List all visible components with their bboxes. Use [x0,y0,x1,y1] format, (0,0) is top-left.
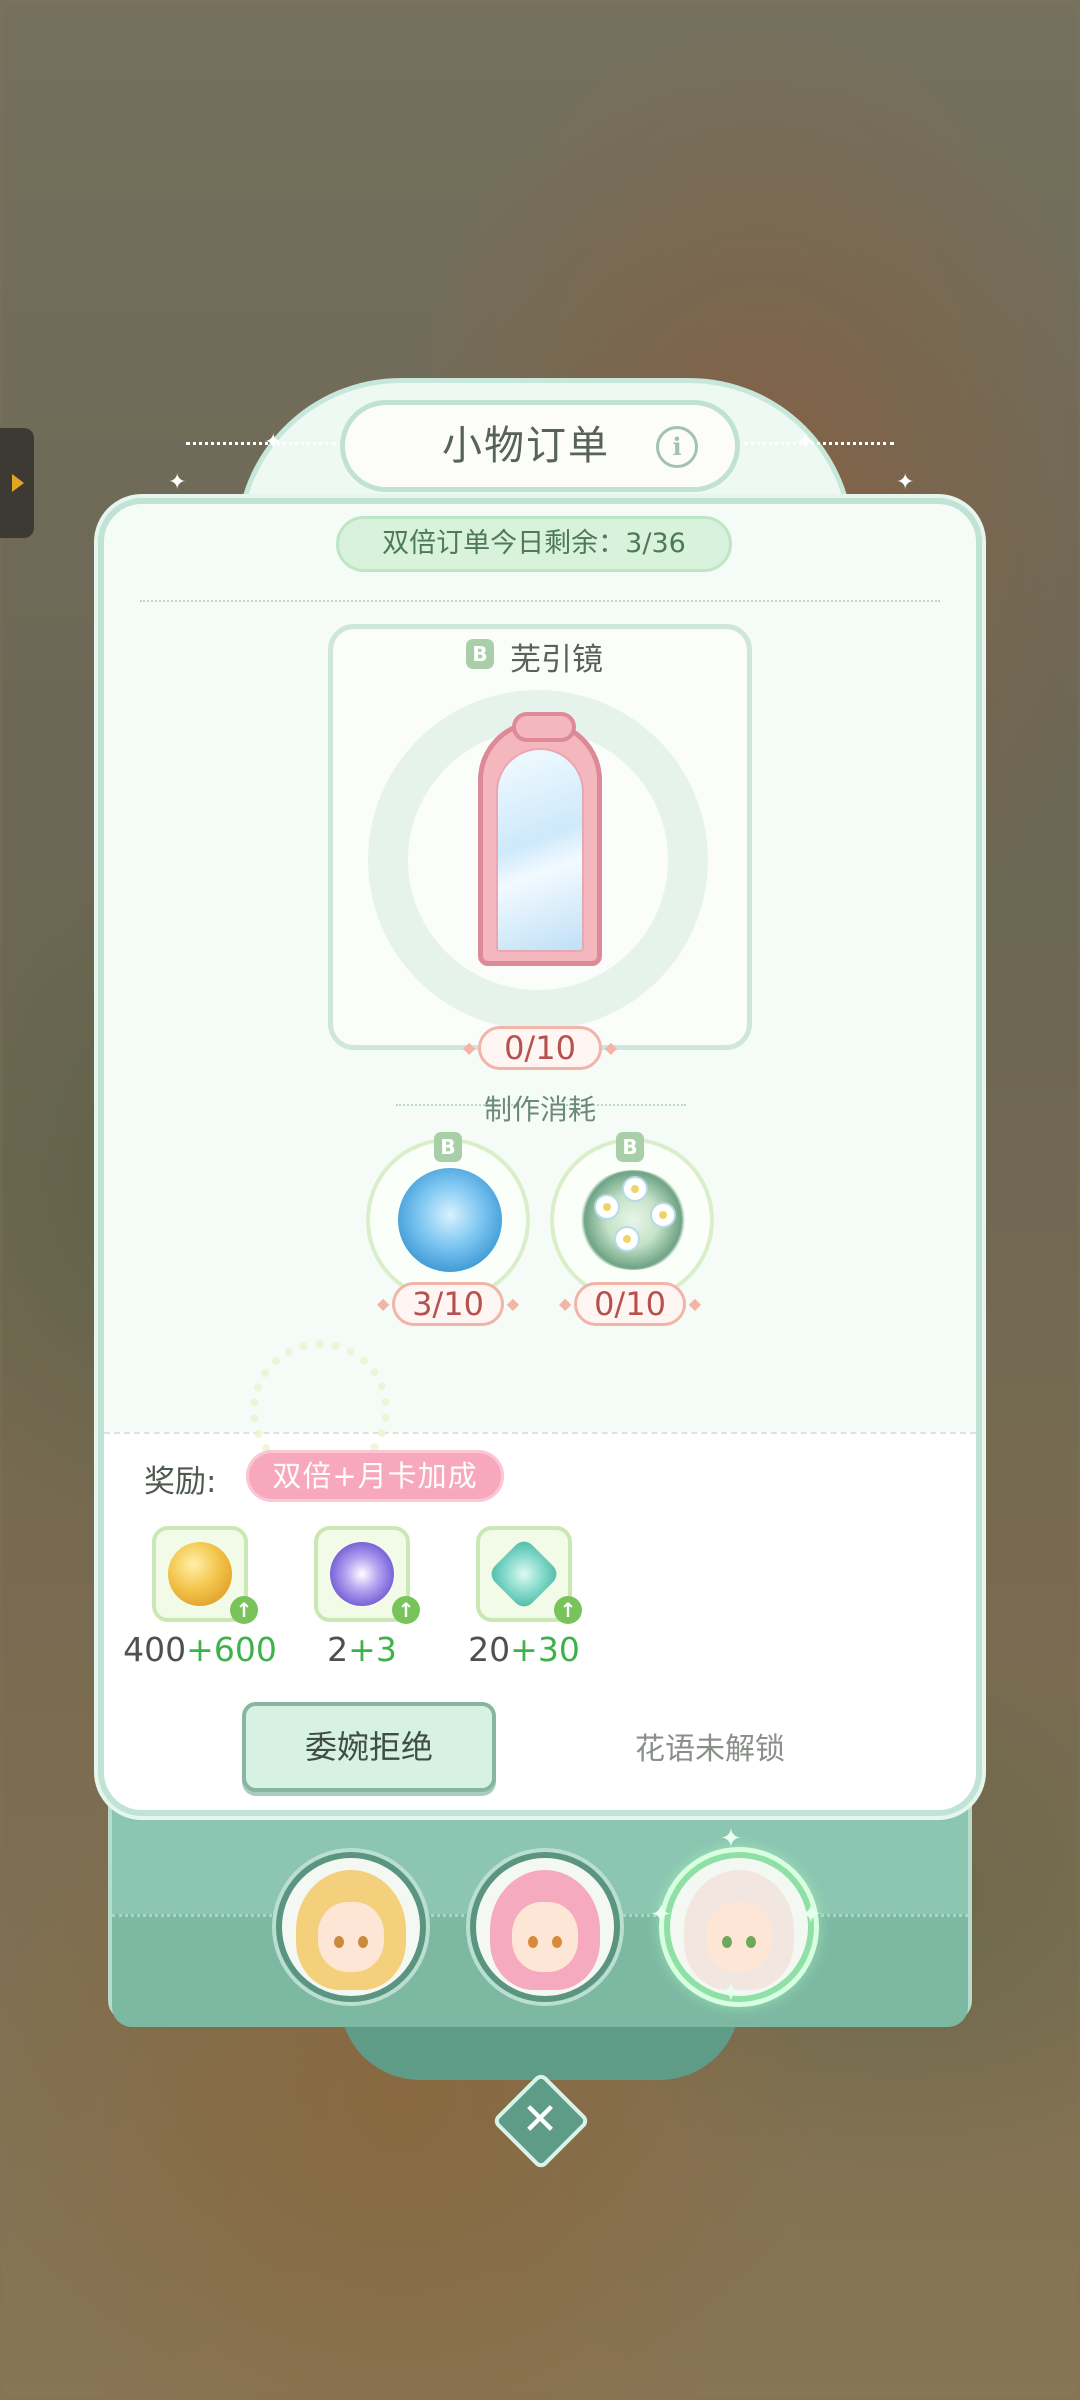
exp-star-icon [486,1536,562,1612]
avatar-eye [358,1936,368,1948]
character-avatar-pink[interactable] [470,1852,620,2002]
flower-petal [596,1196,618,1218]
craft-cost-label: 制作消耗 [483,1093,596,1126]
boost-arrow-icon: ↑ [554,1596,582,1624]
reward-amount-exp: 20+30 [434,1630,614,1669]
item-count: 0/10 [463,1026,617,1070]
flower-language-locked: 花语未解锁 [635,1732,785,1767]
grade-badge: B [616,1132,644,1162]
avatar-eye [552,1936,562,1948]
boost-arrow-icon: ↑ [392,1596,420,1624]
avatar-eye [746,1936,756,1948]
material-count: 3/10 [377,1282,519,1326]
flower-petal [616,1228,638,1250]
sparkle-icon: ✦ [800,1900,822,1930]
flower-petal [652,1204,674,1226]
item-name: 芜引镜 [510,642,603,678]
sparkle-icon: ✦ [720,1978,742,2008]
decline-button[interactable]: 委婉拒绝 [242,1702,496,1792]
avatar-eye [722,1936,732,1948]
sparkle-icon: ✦ [720,1824,742,1854]
avatar-eye [528,1936,538,1948]
sparkle-icon: ✦ [896,470,915,495]
character-avatar-blonde[interactable] [276,1852,426,2002]
flower-petal [624,1178,646,1200]
side-expand-tab[interactable] [0,428,34,538]
reward-slot-token[interactable]: ↑ [314,1526,420,1624]
divider [140,600,940,602]
avatar-face [706,1902,772,1972]
close-icon[interactable]: ✕ [508,2090,572,2150]
mirror-crest [512,712,576,742]
reward-slot-exp[interactable]: ↑ [476,1526,582,1624]
reward-slot-coin[interactable]: ↑ [152,1526,258,1624]
reward-amount-coin: 400+600 [110,1630,290,1669]
sparkle-icon: ✦ [796,430,815,455]
reward-base: 2 [327,1630,349,1669]
blue-flower-icon [398,1168,502,1272]
sparkle-icon: ✦ [264,430,283,455]
material-count: 0/10 [559,1282,701,1326]
title-wing-left [186,442,336,447]
reward-label: 奖励: [144,1464,217,1500]
gold-coin-icon [168,1542,232,1606]
sparkle-icon: ✦ [168,470,187,495]
grade-badge: B [434,1132,462,1162]
sparkle-icon: ✦ [650,1900,672,1930]
reward-bonus: +3 [348,1630,397,1669]
reward-base: 20 [468,1630,511,1669]
avatar-face [318,1902,384,1972]
info-icon[interactable]: i [656,426,698,468]
title-wing-right [744,442,894,447]
reward-amount-token: 2+3 [272,1630,452,1669]
reward-bonus: +30 [510,1630,580,1669]
avatar-face [512,1902,578,1972]
bonus-tag: 双倍+月卡加成 [246,1450,504,1502]
grade-badge: B [466,639,494,669]
reward-base: 400 [123,1630,187,1669]
double-order-remaining: 双倍订单今日剩余：3/36 [336,516,732,572]
crystal-token-icon [330,1542,394,1606]
avatar-eye [334,1936,344,1948]
reward-bonus: +600 [186,1630,277,1669]
boost-arrow-icon: ↑ [230,1596,258,1624]
mirror-glass [496,748,584,952]
